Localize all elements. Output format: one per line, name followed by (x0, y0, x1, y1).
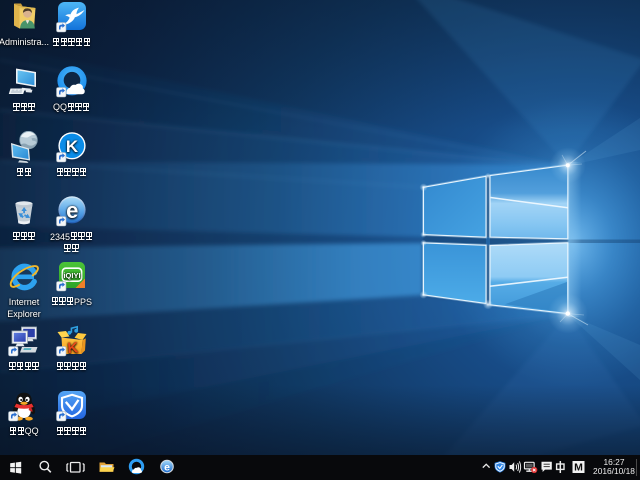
svg-text:K: K (66, 339, 78, 357)
svg-text:M: M (574, 462, 583, 474)
svg-text:K: K (65, 137, 78, 156)
svg-text:iQIYI: iQIYI (63, 271, 80, 280)
svg-text:e: e (164, 462, 170, 474)
svg-text:e: e (66, 198, 78, 223)
